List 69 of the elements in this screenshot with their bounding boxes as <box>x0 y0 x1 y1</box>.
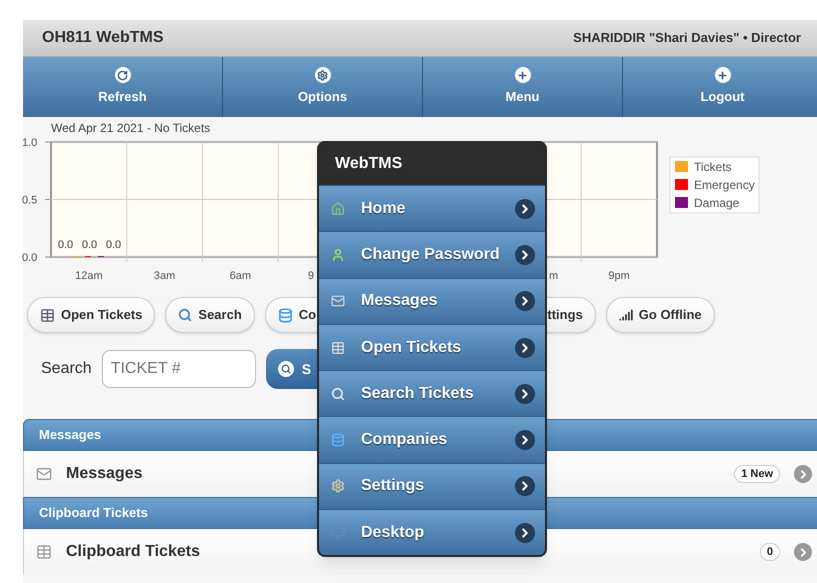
table-icon <box>331 340 345 355</box>
count-badge: 0 <box>760 543 780 561</box>
chart-title: Wed Apr 21 2021 - No Tickets <box>51 121 210 135</box>
x-tick-label: 12am <box>75 270 103 282</box>
value-label: 0.0 <box>82 239 98 251</box>
menu-item[interactable]: Companies <box>319 416 545 463</box>
x-tick-label: 3am <box>154 270 176 282</box>
monitor-icon <box>331 526 345 540</box>
count-badge: 1 New <box>734 465 780 483</box>
chevron-icon <box>794 465 812 483</box>
menu-item[interactable]: Open Tickets <box>319 324 545 370</box>
plus-icon <box>717 70 728 81</box>
search-icon <box>331 386 345 401</box>
menu-item[interactable]: Change Password <box>319 231 545 278</box>
menu-item[interactable]: Messages <box>319 278 545 324</box>
quick-button[interactable]: Open Tickets <box>27 297 156 333</box>
menu-item[interactable]: Settings <box>319 462 545 510</box>
value-label: 0.0 <box>58 239 74 251</box>
settings-icon <box>317 70 328 81</box>
user-icon <box>331 248 345 262</box>
chevron-icon <box>515 430 535 450</box>
database-icon <box>278 308 293 322</box>
search-icon <box>280 364 291 374</box>
quick-button[interactable]: Search <box>165 297 255 333</box>
chevron-icon <box>515 291 535 312</box>
x-tick-label: m <box>549 270 558 282</box>
y-tick-label: 0.5 <box>22 194 38 206</box>
value-label: 0.0 <box>106 239 122 251</box>
table-icon <box>36 544 52 560</box>
legend-label: Tickets <box>694 160 732 174</box>
nav-button[interactable]: Refresh <box>23 57 223 117</box>
y-tick-label: 1.0 <box>22 137 38 149</box>
x-tick-label: 6am <box>230 270 252 282</box>
row-label: Messages <box>66 464 142 484</box>
signal-icon <box>618 308 633 322</box>
popup-title: WebTMS <box>334 154 404 174</box>
nav-button[interactable]: Logout <box>623 57 817 117</box>
chevron-icon <box>515 522 535 543</box>
row-label: Clipboard Tickets <box>66 542 200 562</box>
chevron-icon <box>515 244 535 265</box>
search-label: Search <box>41 359 92 379</box>
x-tick-label: 9pm <box>608 270 630 282</box>
menu-item[interactable]: Home <box>319 185 545 232</box>
x-tick-label: 9 <box>308 270 314 282</box>
app-title: OH811 WebTMS <box>42 28 164 48</box>
refresh-icon <box>117 70 128 81</box>
nav-button[interactable]: Menu <box>423 57 623 117</box>
chevron-icon <box>515 338 535 358</box>
user-info: SHARIDDIR "Shari Davies" • Director <box>573 29 801 48</box>
chevron-icon <box>515 476 535 496</box>
y-tick-label: 0.0 <box>22 252 38 264</box>
database-icon <box>331 433 345 448</box>
nav-button[interactable]: Options <box>223 57 423 117</box>
quick-button[interactable]: Go Offline <box>606 297 715 333</box>
search-icon <box>178 308 192 322</box>
menu-item[interactable]: Desktop <box>319 509 545 556</box>
chevron-icon <box>794 543 812 561</box>
legend-label: Damage <box>694 196 740 210</box>
table-icon <box>40 308 55 322</box>
ticket-search-field[interactable]: TICKET # <box>102 350 256 388</box>
plus-icon <box>517 70 528 81</box>
envelope-icon <box>36 466 52 482</box>
home-icon <box>331 202 345 216</box>
chevron-icon <box>515 198 535 219</box>
envelope-icon <box>331 294 345 308</box>
chevron-icon <box>515 384 535 404</box>
legend-label: Emergency <box>694 178 755 192</box>
menu-item[interactable]: Search Tickets <box>319 370 545 416</box>
settings-icon <box>331 479 345 494</box>
